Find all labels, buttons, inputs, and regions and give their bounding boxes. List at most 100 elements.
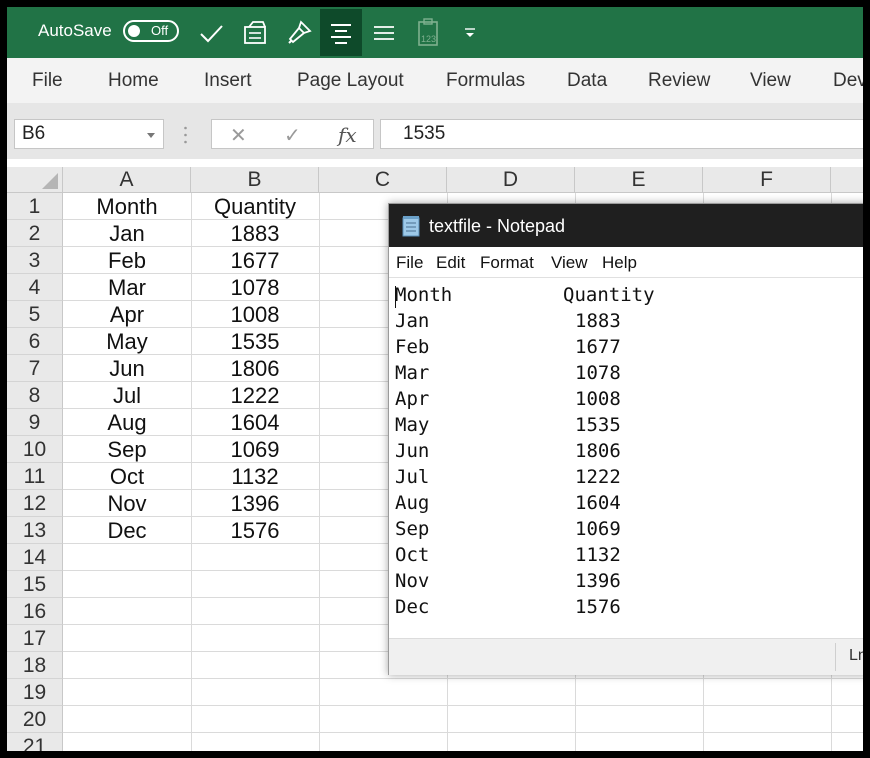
toggle-state: Off <box>151 23 169 38</box>
format-painter-button[interactable] <box>282 16 316 50</box>
gridline <box>63 705 863 706</box>
notepad-titlebar[interactable]: textfile - Notepad <box>389 204 863 247</box>
menu-view[interactable]: View <box>551 253 588 273</box>
tab-view[interactable]: View <box>750 70 791 92</box>
cancel-icon[interactable]: ✕ <box>230 123 247 148</box>
name-box[interactable]: B6 <box>14 119 164 149</box>
cell-month[interactable]: Dec <box>63 517 191 544</box>
column-header-b[interactable]: B <box>191 167 319 193</box>
autosave-label: AutoSave <box>38 21 112 40</box>
tab-data[interactable]: Data <box>567 70 607 92</box>
insert-function-icon[interactable]: fx <box>338 123 357 147</box>
column-header-a[interactable]: A <box>63 167 191 193</box>
cell-quantity[interactable]: 1222 <box>191 382 319 409</box>
row-header[interactable]: 10 <box>7 436 63 463</box>
cell-month[interactable]: Sep <box>63 436 191 463</box>
row-header[interactable]: 5 <box>7 301 63 328</box>
number-format-button[interactable]: 123 <box>411 16 445 50</box>
save-checkmark-button[interactable] <box>194 16 228 50</box>
cell-quantity[interactable]: 1078 <box>191 274 319 301</box>
row-header[interactable]: 6 <box>7 328 63 355</box>
notepad-line-month: Feb <box>395 336 430 358</box>
menu-help[interactable]: Help <box>602 253 637 273</box>
row-header[interactable]: 14 <box>7 544 63 571</box>
name-box-value: B6 <box>22 123 46 144</box>
notepad-line-quantity: 1604 <box>575 492 621 514</box>
notepad-line-quantity: 1396 <box>575 570 621 592</box>
tab-formulas[interactable]: Formulas <box>446 70 525 92</box>
chevron-down-icon[interactable] <box>147 133 155 138</box>
tab-home[interactable]: Home <box>108 70 159 92</box>
tab-page-layout[interactable]: Page Layout <box>297 70 404 92</box>
row-header[interactable]: 8 <box>7 382 63 409</box>
notepad-window: textfile - Notepad File Edit Format View… <box>388 203 863 675</box>
row-header[interactable]: 13 <box>7 517 63 544</box>
cell-month[interactable]: Nov <box>63 490 191 517</box>
row-header[interactable]: 12 <box>7 490 63 517</box>
cell-quantity[interactable]: 1677 <box>191 247 319 274</box>
row-header[interactable]: 9 <box>7 409 63 436</box>
menu-edit[interactable]: Edit <box>436 253 465 273</box>
row-header[interactable]: 16 <box>7 598 63 625</box>
cell-month[interactable]: Oct <box>63 463 191 490</box>
formula-input[interactable]: 1535 <box>380 119 863 149</box>
column-header-e[interactable]: E <box>575 167 703 193</box>
row-header[interactable]: 19 <box>7 679 63 706</box>
cell-quantity[interactable]: 1883 <box>191 220 319 247</box>
toggle-knob <box>128 25 140 37</box>
column-header-f[interactable]: F <box>703 167 831 193</box>
notepad-line-month: Oct <box>395 544 430 566</box>
row-header[interactable]: 1 <box>7 193 63 220</box>
cell-month[interactable]: Mar <box>63 274 191 301</box>
column-header-c[interactable]: C <box>319 167 447 193</box>
center-align-button[interactable] <box>320 9 362 56</box>
cell-quantity[interactable]: 1535 <box>191 328 319 355</box>
menu-format[interactable]: Format <box>480 253 534 273</box>
notepad-text-area[interactable]: Month Quantity Jan 1883 Feb 1677 Mar 1078 Apr 100… <box>389 278 863 638</box>
cell-header-quantity[interactable]: Quantity <box>191 193 319 220</box>
cell-quantity[interactable]: 1576 <box>191 517 319 544</box>
row-header[interactable]: 2 <box>7 220 63 247</box>
status-separator <box>835 643 836 671</box>
tab-insert[interactable]: Insert <box>204 70 252 92</box>
menu-file[interactable]: File <box>396 253 423 273</box>
tab-file[interactable]: File <box>32 70 63 92</box>
chevron-down-icon <box>465 28 475 37</box>
autosave-toggle[interactable]: Off <box>123 20 179 42</box>
cell-month[interactable]: Feb <box>63 247 191 274</box>
row-header[interactable]: 15 <box>7 571 63 598</box>
column-header-d[interactable]: D <box>447 167 575 193</box>
cell-month[interactable]: Apr <box>63 301 191 328</box>
cell-quantity[interactable]: 1396 <box>191 490 319 517</box>
align-button[interactable] <box>367 16 401 50</box>
row-header[interactable]: 4 <box>7 274 63 301</box>
enter-icon[interactable]: ✓ <box>284 123 301 148</box>
cell-month[interactable]: Jun <box>63 355 191 382</box>
column-header-g[interactable] <box>831 167 863 193</box>
cell-quantity[interactable]: 1806 <box>191 355 319 382</box>
cell-month[interactable]: May <box>63 328 191 355</box>
row-header[interactable]: 20 <box>7 706 63 733</box>
form-button[interactable] <box>238 16 272 50</box>
cell-month[interactable]: Jan <box>63 220 191 247</box>
customize-qat-button[interactable] <box>453 16 487 50</box>
tab-review[interactable]: Review <box>648 70 710 92</box>
notepad-line-month: Apr <box>395 388 430 410</box>
row-header[interactable]: 18 <box>7 652 63 679</box>
cell-month[interactable]: Jul <box>63 382 191 409</box>
gridline <box>63 732 863 733</box>
form-icon <box>244 21 266 44</box>
row-header[interactable]: 7 <box>7 355 63 382</box>
cell-quantity[interactable]: 1132 <box>191 463 319 490</box>
row-header[interactable]: 21 <box>7 733 63 751</box>
cell-quantity[interactable]: 1008 <box>191 301 319 328</box>
cell-month[interactable]: Aug <box>63 409 191 436</box>
cell-quantity[interactable]: 1604 <box>191 409 319 436</box>
select-all-button[interactable] <box>7 167 63 193</box>
cell-header-month[interactable]: Month <box>63 193 191 220</box>
row-header[interactable]: 11 <box>7 463 63 490</box>
cell-quantity[interactable]: 1069 <box>191 436 319 463</box>
tab-developer[interactable]: Dev <box>833 70 863 92</box>
row-header[interactable]: 3 <box>7 247 63 274</box>
row-header[interactable]: 17 <box>7 625 63 652</box>
